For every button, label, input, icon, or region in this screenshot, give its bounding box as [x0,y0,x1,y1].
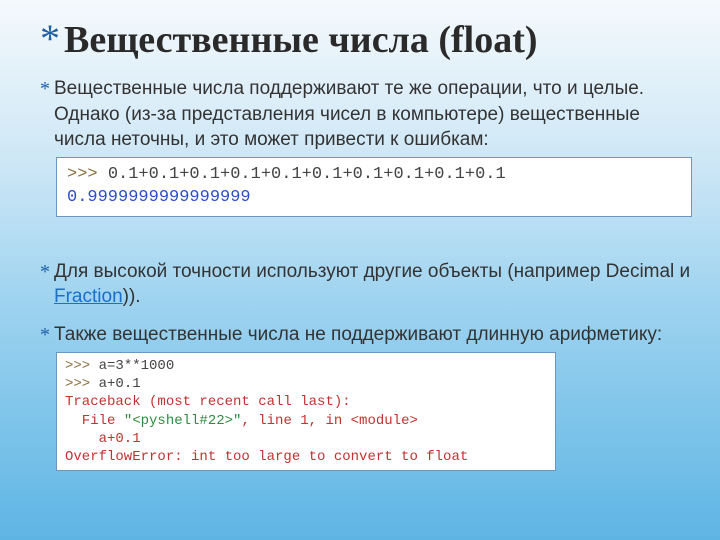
traceback-module: <module> [351,413,418,429]
asterisk-icon: * [40,322,50,348]
page-title: Вещественные числа (float) [64,18,538,62]
title-bullet-icon: * [40,19,60,59]
title-row: * Вещественные числа (float) [40,18,692,62]
slide: * Вещественные числа (float) * Веществен… [0,0,720,499]
bullet-item-1: * Вещественные числа поддерживают те же … [40,76,692,153]
repl-output: 0.9999999999999999 [67,188,251,207]
repl-prompt: >>> [65,376,99,392]
spacer [40,225,692,247]
traceback-error: OverflowError: int too large to convert … [65,449,468,465]
traceback-file-pre: File [65,413,124,429]
traceback-header: Traceback (most recent call last): [65,394,351,410]
bullet-2-pre: Для высокой точности используют другие о… [54,261,690,282]
traceback-file-mid: , line 1, in [241,413,350,429]
traceback-source: a+0.1 [65,431,141,447]
bullet-item-3: * Также вещественные числа не поддержива… [40,322,692,348]
asterisk-icon: * [40,76,50,153]
code-block-precision: >>> 0.1+0.1+0.1+0.1+0.1+0.1+0.1+0.1+0.1+… [56,157,692,217]
bullet-text-2: Для высокой точности используют другие о… [54,259,692,310]
bullet-item-2: * Для высокой точности используют другие… [40,259,692,310]
repl-prompt: >>> [67,165,108,184]
repl-line-2: a+0.1 [99,376,141,392]
repl-expression: 0.1+0.1+0.1+0.1+0.1+0.1+0.1+0.1+0.1+0.1 [108,165,506,184]
bullet-2-post: )). [123,286,141,307]
asterisk-icon: * [40,259,50,310]
repl-line-1: a=3**1000 [99,358,175,374]
code-block-overflow: >>> a=3**1000 >>> a+0.1 Traceback (most … [56,352,556,471]
bullet-text-1: Вещественные числа поддерживают те же оп… [54,76,692,153]
bullet-text-3: Также вещественные числа не поддерживают… [54,322,662,348]
fraction-link[interactable]: Fraction [54,286,123,307]
repl-prompt: >>> [65,358,99,374]
traceback-filename: "<pyshell#22>" [124,413,242,429]
